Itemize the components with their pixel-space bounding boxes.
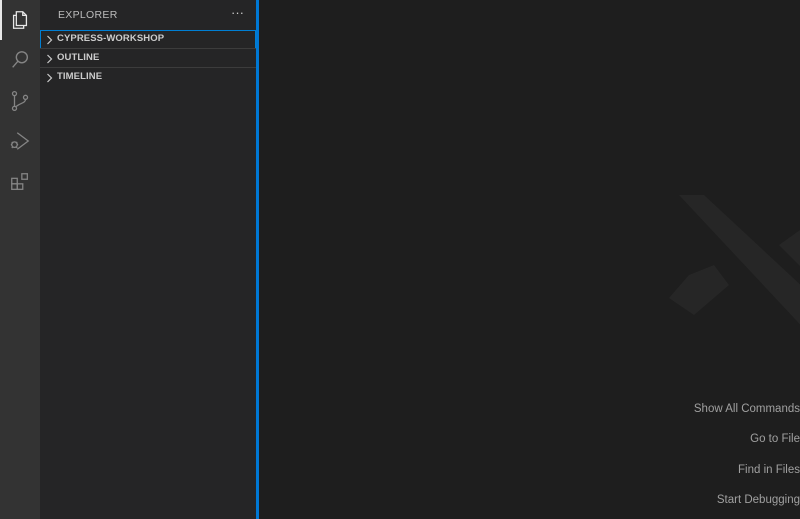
files-icon	[9, 9, 31, 31]
run-debug-icon	[9, 130, 31, 152]
more-actions-button[interactable]: ···	[231, 5, 244, 20]
hint-go-to-file: Go to File	[750, 433, 800, 445]
editor-empty-area: Show All Commands Go to File Find in Fil…	[259, 0, 800, 519]
section-label: CYPRESS-WORKSHOP	[57, 33, 165, 44]
activity-extensions[interactable]	[0, 162, 40, 202]
section-timeline[interactable]: TIMELINE	[40, 67, 256, 86]
sidebar-header: EXPLORER ···	[40, 0, 256, 30]
section-label: TIMELINE	[57, 71, 103, 82]
search-icon	[9, 49, 31, 71]
sidebar-title: EXPLORER	[58, 9, 118, 21]
vscode-window: EXPLORER ··· CYPRESS-WORKSHOP OUTLINE TI…	[0, 0, 800, 519]
extensions-icon	[9, 171, 31, 193]
section-label: OUTLINE	[57, 52, 100, 63]
source-control-icon	[9, 90, 31, 112]
hint-show-all-commands: Show All Commands	[693, 403, 800, 415]
activity-explorer[interactable]	[0, 0, 40, 40]
vscode-logo-icon	[659, 190, 800, 355]
activity-source-control[interactable]	[0, 81, 40, 121]
section-cypress-workshop[interactable]: CYPRESS-WORKSHOP	[40, 30, 256, 49]
hint-find-in-files: Find in Files	[738, 464, 800, 476]
activity-search[interactable]	[0, 40, 40, 80]
hint-start-debugging: Start Debugging	[716, 494, 800, 506]
section-outline[interactable]: OUTLINE	[40, 48, 256, 67]
chevron-right-icon	[45, 71, 54, 89]
activity-bar	[0, 0, 40, 519]
explorer-sidebar: EXPLORER ··· CYPRESS-WORKSHOP OUTLINE TI…	[40, 0, 256, 519]
activity-run-debug[interactable]	[0, 121, 40, 161]
